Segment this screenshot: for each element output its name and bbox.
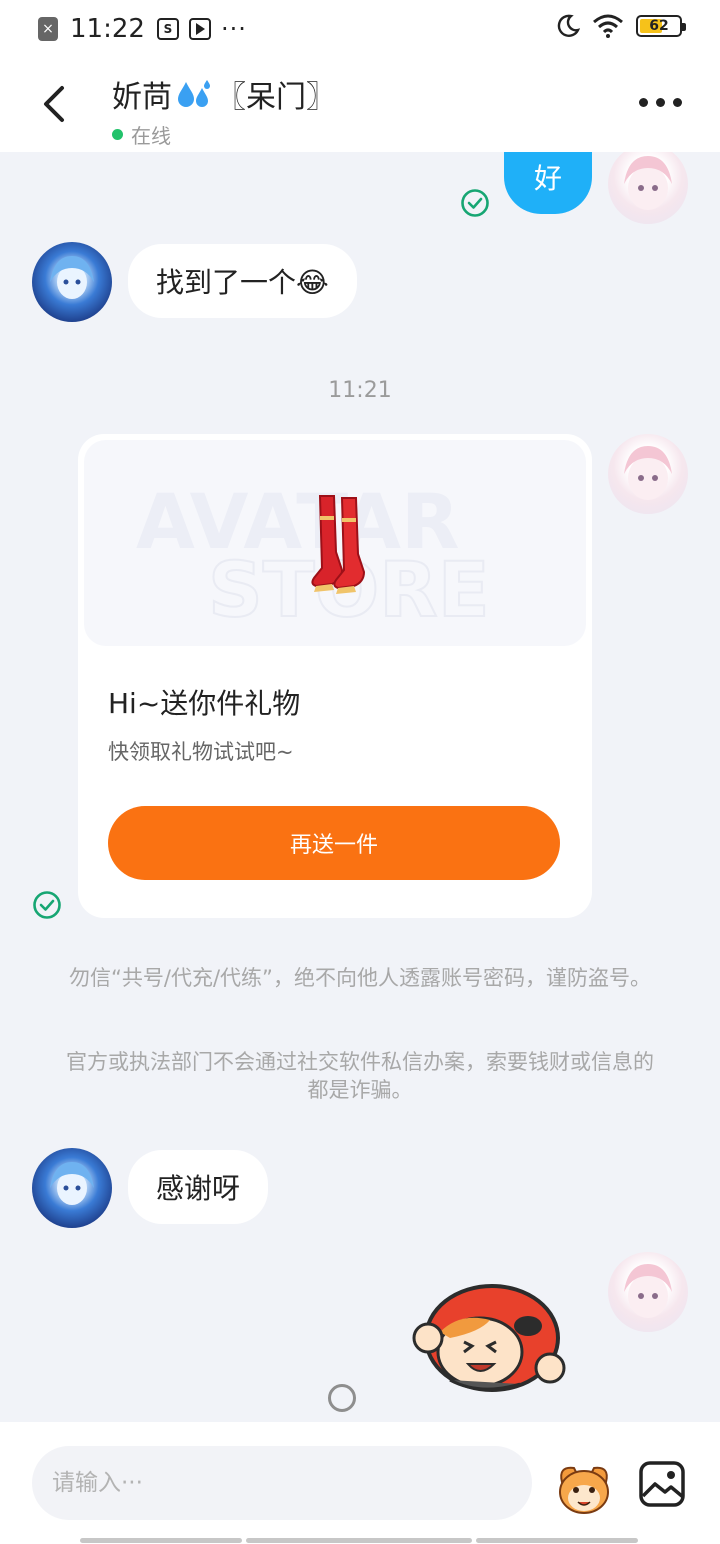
message-text: 感谢呀 xyxy=(156,1172,241,1205)
emoji-sticker-icon[interactable] xyxy=(554,1460,614,1516)
contact-name: 妡苘 xyxy=(112,80,172,115)
gift-card-title: Hi~送你件礼物 xyxy=(108,687,301,720)
battery-level: 62 xyxy=(649,18,669,34)
my-avatar[interactable] xyxy=(608,1252,688,1332)
status-bar: × 11:22 S ··· 62 xyxy=(0,0,720,58)
message-input[interactable] xyxy=(32,1446,532,1520)
message-bubble-sent[interactable]: 好 xyxy=(504,152,592,214)
shop-notification-icon: S xyxy=(156,18,179,40)
sweat-drops-emoji-icon xyxy=(174,78,214,110)
message-bubble-received[interactable]: 找到了一个😂 xyxy=(128,244,357,318)
more-notifications-icon: ··· xyxy=(220,15,247,43)
message-text: 好 xyxy=(533,162,562,195)
back-arrow-icon[interactable] xyxy=(38,84,72,124)
gift-card[interactable]: AVATAR STORE Hi~送你件礼物 快领取礼物试试吧~ 再送一件 xyxy=(78,434,592,918)
send-another-gift-button[interactable]: 再送一件 xyxy=(108,806,560,880)
more-options-button[interactable] xyxy=(639,98,682,107)
chat-header: 妡苘 〖呆门〗 在线 xyxy=(0,58,720,152)
message-timestamp: 11:21 xyxy=(328,378,392,403)
read-check-icon xyxy=(33,891,61,919)
fraud-notice: 官方或执法部门不会通过社交软件私信办案，索要钱财或信息的都是诈骗。 xyxy=(66,1050,654,1102)
my-avatar[interactable] xyxy=(608,434,688,514)
status-time: 11:22 xyxy=(70,14,145,44)
image-picker-icon[interactable] xyxy=(638,1460,686,1508)
contact-title[interactable]: 妡苘 〖呆门〗 xyxy=(112,72,336,116)
gift-card-subtitle: 快领取礼物试试吧~ xyxy=(108,740,294,764)
chat-area[interactable]: 好 找到了一个😂 11:21 AVATAR STORE xyxy=(0,152,720,1422)
gesture-bar xyxy=(80,1538,638,1543)
play-notification-icon xyxy=(188,18,211,40)
battery-icon: 62 xyxy=(636,15,686,37)
online-status: 在线 xyxy=(131,124,171,148)
security-notice: 勿信“共号/代充/代练”，绝不向他人透露账号密码，谨防盗号。 xyxy=(69,966,651,990)
sticker-cheering-character[interactable] xyxy=(410,1272,570,1402)
contact-avatar[interactable] xyxy=(32,242,112,322)
moon-icon xyxy=(557,14,580,37)
red-boots-icon xyxy=(311,495,366,594)
contact-tag: 〖呆门〗 xyxy=(216,80,336,115)
read-check-icon xyxy=(461,189,489,217)
loading-indicator-icon xyxy=(328,1384,356,1412)
gift-card-image: AVATAR STORE xyxy=(84,440,586,646)
contact-avatar[interactable] xyxy=(32,1148,112,1228)
online-dot-icon xyxy=(112,129,123,140)
message-bubble-received[interactable]: 感谢呀 xyxy=(128,1150,269,1224)
input-bar xyxy=(0,1422,720,1544)
notification-close-icon: × xyxy=(38,17,58,41)
my-avatar[interactable] xyxy=(608,152,688,224)
wifi-icon xyxy=(593,14,623,38)
message-text: 找到了一个😂 xyxy=(156,266,329,299)
